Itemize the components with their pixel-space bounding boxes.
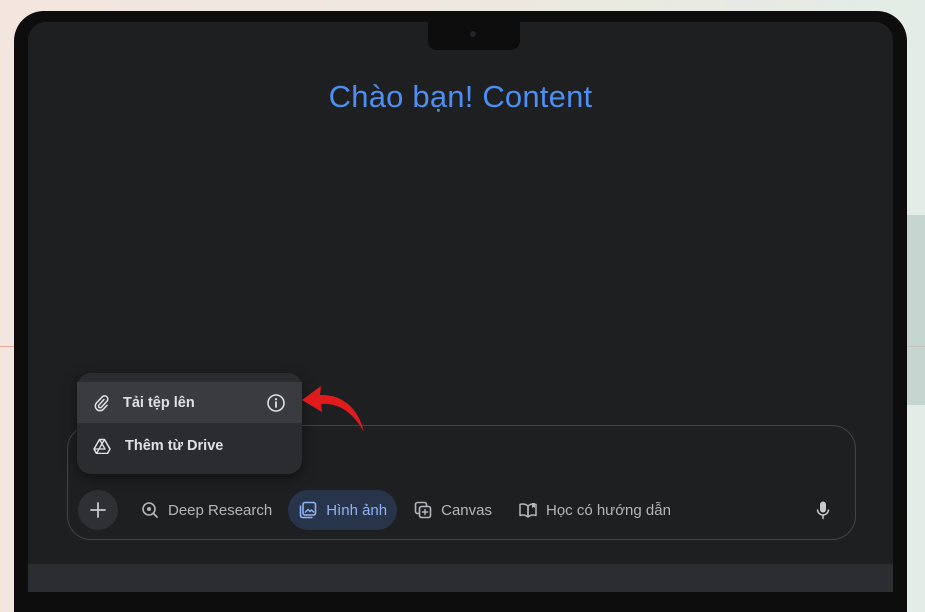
laptop-frame: Chào bạn! Content Deep Research Hình ảnh…	[14, 11, 907, 612]
app-screen: Chào bạn! Content Deep Research Hình ảnh…	[28, 22, 893, 592]
microphone-icon	[816, 501, 830, 520]
tool-canvas[interactable]: Canvas	[403, 490, 502, 530]
tool-label: Học có hướng dẫn	[545, 501, 671, 519]
info-icon[interactable]	[266, 393, 286, 413]
tool-label: Canvas	[441, 501, 492, 519]
image-icon	[299, 501, 317, 519]
google-drive-icon	[93, 438, 111, 454]
camera-notch	[428, 22, 520, 50]
deep-research-icon	[142, 502, 158, 518]
tool-label: Deep Research	[168, 501, 273, 519]
menu-item-label: Tải tệp lên	[123, 394, 195, 411]
plus-icon	[90, 502, 106, 518]
tool-guided-learning[interactable]: Học có hướng dẫn	[508, 490, 681, 530]
tool-image[interactable]: Hình ảnh	[288, 490, 398, 530]
red-annotation-arrow-icon	[302, 386, 364, 432]
menu-item-label: Thêm từ Drive	[125, 437, 224, 454]
menu-item-upload-file[interactable]: Tải tệp lên	[77, 382, 302, 423]
composer-toolbar: Deep Research Hình ảnh Canvas Học có hướ…	[78, 490, 845, 530]
voice-input-button[interactable]	[807, 494, 839, 526]
add-attachment-button[interactable]	[78, 490, 118, 530]
greeting-title: Chào bạn! Content	[328, 79, 593, 114]
paperclip-icon	[94, 394, 109, 411]
attachment-menu: Tải tệp lên Thêm từ Drive	[77, 373, 302, 474]
camera-dot	[470, 31, 476, 37]
canvas-icon	[414, 501, 432, 519]
guided-learning-icon	[519, 503, 537, 518]
menu-item-add-from-drive[interactable]: Thêm từ Drive	[77, 425, 302, 466]
tool-label: Hình ảnh	[326, 501, 388, 519]
laptop-bottom-bezel	[28, 564, 893, 592]
tool-deep-research[interactable]: Deep Research	[130, 490, 282, 530]
